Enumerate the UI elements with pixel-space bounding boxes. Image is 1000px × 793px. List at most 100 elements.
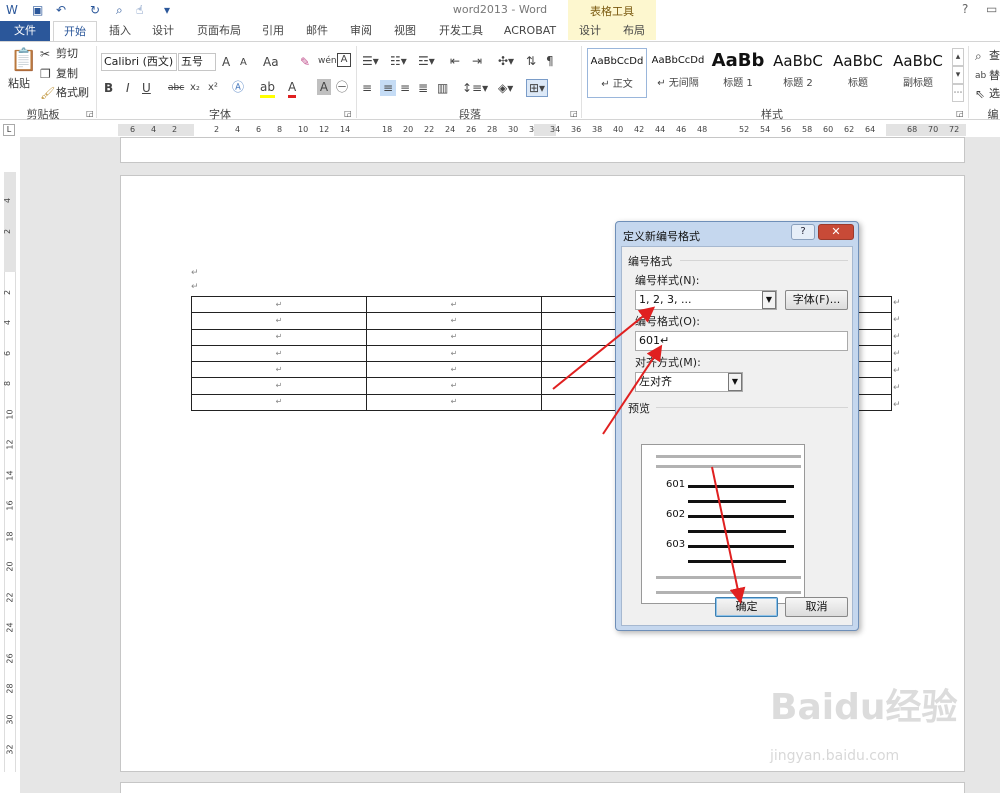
tab-references[interactable]: 引用 — [256, 21, 290, 41]
justify-icon[interactable]: ≣ — [418, 80, 428, 96]
tab-insert[interactable]: 插入 — [104, 21, 136, 41]
dialog-help-button[interactable]: ? — [791, 224, 815, 240]
tab-acrobat[interactable]: ACROBAT — [500, 21, 560, 41]
replace-button[interactable]: 替 — [989, 68, 1000, 84]
select-button[interactable]: 选 — [989, 86, 1000, 102]
character-shading-icon[interactable]: A — [317, 79, 331, 95]
grow-font-icon[interactable]: A — [222, 54, 230, 70]
tab-table-layout[interactable]: 布局 — [616, 21, 652, 41]
bullets-icon[interactable]: ☰▾ — [362, 53, 379, 69]
table-cell[interactable]: ↵ — [191, 377, 367, 395]
font-name-box[interactable]: Calibri (西文) — [101, 53, 177, 71]
paragraph-launcher-icon[interactable]: ◲ — [570, 106, 578, 122]
tab-home[interactable]: 开始 — [53, 21, 97, 42]
tab-selector[interactable]: L — [3, 124, 15, 136]
font-button[interactable]: 字体(F)... — [785, 290, 848, 310]
style-name: 标题 1 — [723, 78, 753, 89]
paste-icon[interactable]: 📋 — [10, 48, 37, 74]
line-spacing-icon[interactable]: ↕≡▾ — [462, 80, 488, 96]
show-marks-icon[interactable]: ¶ — [546, 53, 554, 69]
table-cell[interactable]: ↵ — [191, 393, 367, 412]
styles-scroll-up-icon[interactable]: ▴ — [952, 48, 964, 66]
table-cell[interactable]: ↵ — [366, 393, 542, 412]
clipboard-launcher-icon[interactable]: ◲ — [86, 106, 94, 122]
enclose-character-icon[interactable]: ㊀ — [336, 79, 348, 95]
tab-design[interactable]: 设计 — [146, 21, 180, 41]
find-button[interactable]: 查 — [989, 48, 1000, 64]
style-heading-2[interactable]: AaBbC 标题 2 — [768, 48, 828, 98]
styles-more-icon[interactable]: ⋯ — [952, 84, 964, 102]
subscript-button[interactable]: x₂ — [190, 80, 200, 96]
tab-view[interactable]: 视图 — [388, 21, 422, 41]
styles-scroll-down-icon[interactable]: ▾ — [952, 66, 964, 84]
table-cell[interactable]: ↵ — [191, 312, 367, 330]
format-painter-button[interactable]: 格式刷 — [56, 85, 89, 101]
superscript-button[interactable]: x² — [208, 80, 218, 96]
clear-format-icon[interactable]: ✎ — [300, 54, 310, 70]
change-case-button[interactable]: Aa — [263, 54, 279, 70]
borders-icon[interactable]: ⊞▾ — [526, 79, 549, 97]
italic-button[interactable]: I — [126, 80, 130, 96]
table-cell[interactable]: ↵ — [366, 344, 542, 363]
chinese-layout-icon[interactable]: ✣▾ — [498, 53, 514, 69]
font-launcher-icon[interactable]: ◲ — [344, 106, 352, 122]
table-cell[interactable]: ↵ — [366, 295, 542, 314]
style-subtitle[interactable]: AaBbC 副标题 — [888, 48, 948, 98]
table-cell[interactable]: ↵ — [191, 344, 367, 363]
ok-button[interactable]: 确定 — [715, 597, 778, 617]
tab-table-design[interactable]: 设计 — [572, 21, 608, 41]
font-size-box[interactable]: 五号 — [178, 53, 216, 71]
tab-developer[interactable]: 开发工具 — [432, 21, 490, 41]
tab-review[interactable]: 审阅 — [344, 21, 378, 41]
style-normal[interactable]: AaBbCcDd ↵ 正文 — [587, 48, 647, 98]
decrease-indent-icon[interactable]: ⇤ — [450, 53, 460, 69]
help-icon[interactable]: ? — [962, 2, 968, 16]
chevron-down-icon[interactable]: ▼ — [728, 373, 742, 391]
alignment-select[interactable]: 左对齐 ▼ — [635, 372, 743, 392]
align-right-icon[interactable]: ≡ — [400, 80, 410, 96]
distributed-icon[interactable]: ▥ — [437, 80, 448, 96]
paste-button[interactable]: 粘贴 — [8, 76, 30, 92]
cancel-button[interactable]: 取消 — [785, 597, 848, 617]
tab-file[interactable]: 文件 — [0, 21, 50, 41]
font-color-icon[interactable]: A — [288, 79, 297, 98]
style-title[interactable]: AaBbC 标题 — [828, 48, 888, 98]
copy-button[interactable]: 复制 — [56, 66, 78, 82]
multilevel-list-icon[interactable]: ☲▾ — [418, 53, 435, 69]
highlight-icon[interactable]: ab — [260, 79, 275, 98]
table-cell[interactable]: ↵ — [366, 312, 542, 330]
ribbon-display-icon[interactable]: ▭ — [986, 2, 997, 16]
ruler-tick-label: 12 — [319, 125, 330, 134]
tab-mailings[interactable]: 邮件 — [300, 21, 334, 41]
align-left-icon[interactable]: ≡ — [362, 80, 372, 96]
shrink-font-icon[interactable]: A — [240, 55, 247, 71]
cut-button[interactable]: 剪切 — [56, 46, 78, 62]
style-name: ↵ 正文 — [601, 79, 633, 90]
table-cell[interactable]: ↵ — [366, 377, 542, 395]
table-cell[interactable]: ↵ — [191, 328, 367, 346]
sort-icon[interactable]: ⇅ — [526, 53, 536, 69]
increase-indent-icon[interactable]: ⇥ — [472, 53, 482, 69]
text-effects-icon[interactable]: Ⓐ — [232, 79, 244, 95]
number-format-input[interactable]: 601↵ — [635, 331, 848, 351]
style-no-spacing[interactable]: AaBbCcDd ↵ 无间隔 — [648, 48, 708, 98]
table-cell[interactable]: ↵ — [191, 295, 367, 314]
strikethrough-button[interactable]: abc — [168, 80, 184, 96]
tab-page-layout[interactable]: 页面布局 — [190, 21, 248, 41]
style-heading-1[interactable]: AaBb 标题 1 — [708, 48, 768, 98]
table-cell[interactable]: ↵ — [191, 361, 367, 379]
chevron-down-icon[interactable]: ▼ — [762, 291, 776, 309]
section-divider — [680, 260, 848, 261]
align-center-icon[interactable]: ≡ — [380, 80, 396, 96]
dialog-close-button[interactable]: ✕ — [818, 224, 854, 240]
table-cell[interactable]: ↵ — [366, 328, 542, 346]
number-style-select[interactable]: 1, 2, 3, ... ▼ — [635, 290, 777, 310]
numbering-icon[interactable]: ☷▾ — [390, 53, 407, 69]
phonetic-guide-icon[interactable]: wén — [318, 53, 337, 69]
character-border-icon[interactable]: A — [337, 53, 351, 67]
bold-button[interactable]: B — [104, 80, 113, 96]
shading-icon[interactable]: ◈▾ — [498, 80, 513, 96]
table-cell[interactable]: ↵ — [366, 361, 542, 379]
underline-button[interactable]: U — [142, 80, 151, 96]
styles-launcher-icon[interactable]: ◲ — [956, 106, 964, 122]
